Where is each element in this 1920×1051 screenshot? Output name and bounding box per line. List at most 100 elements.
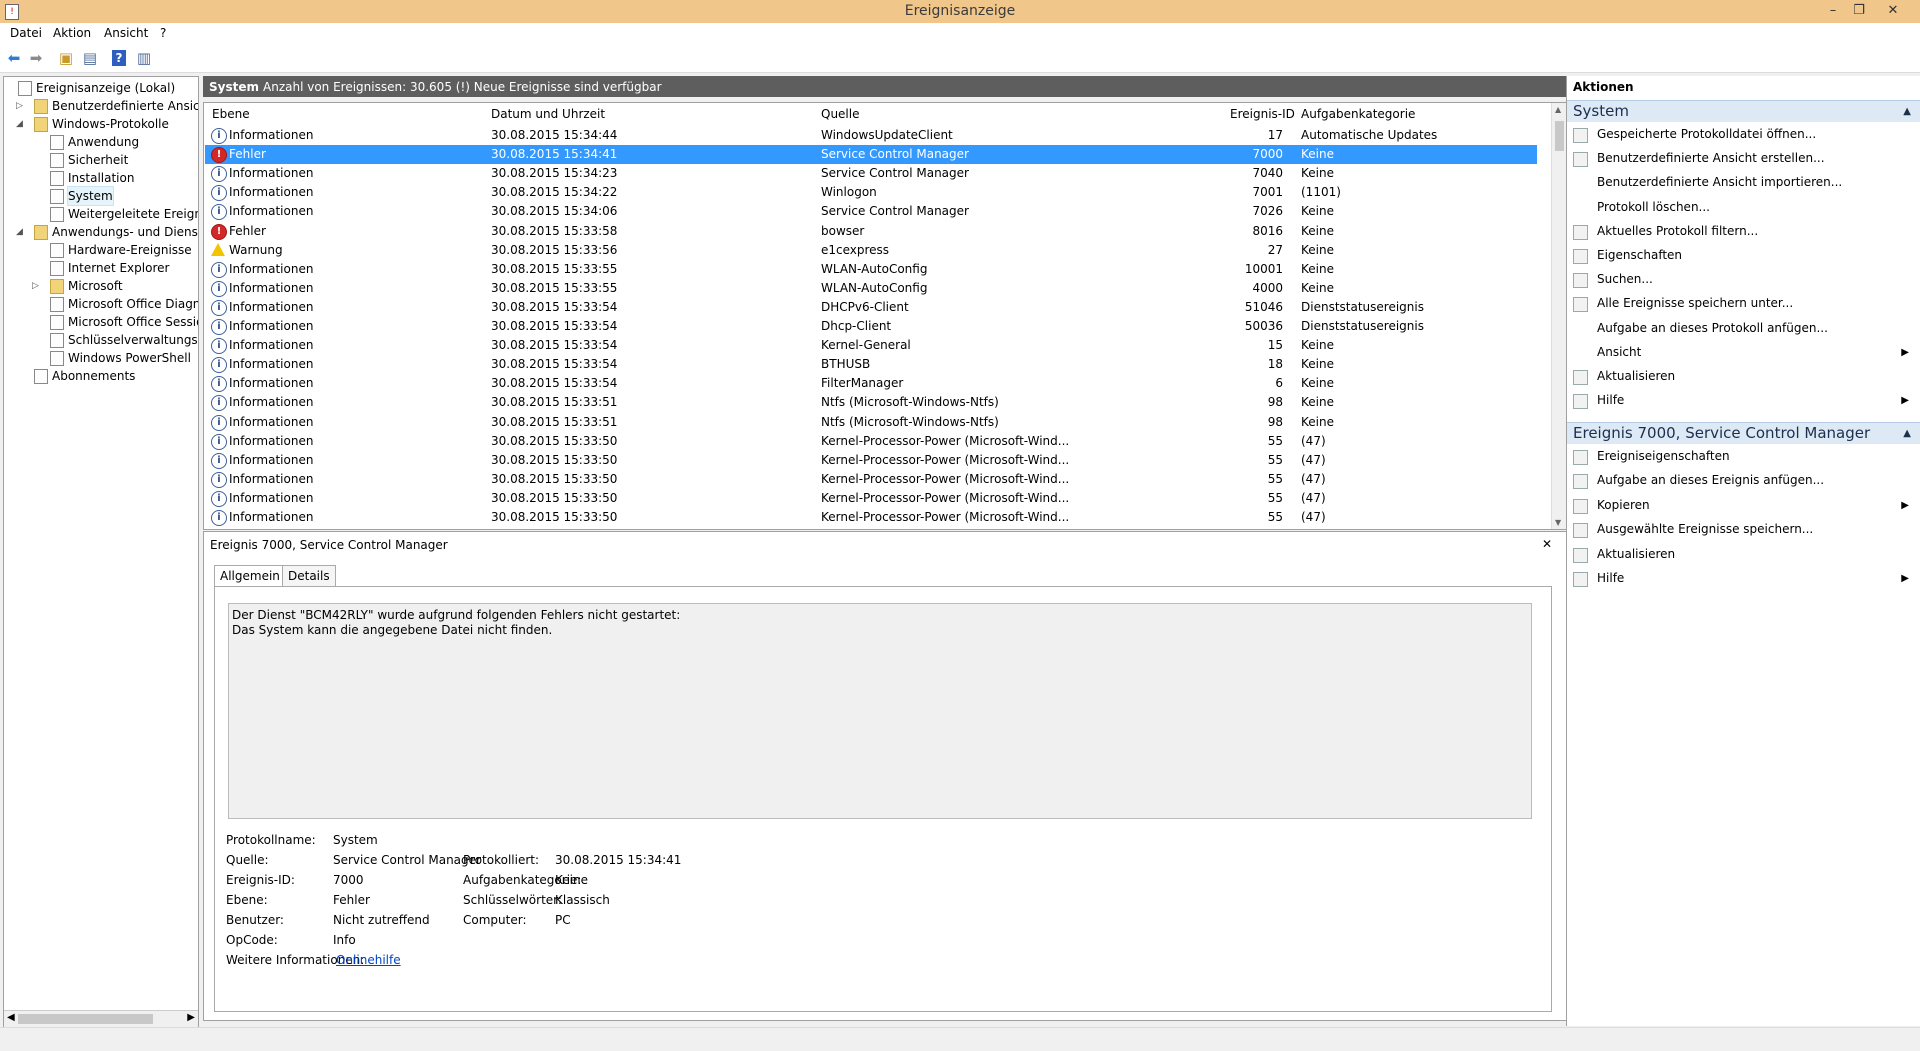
tree-item[interactable]: Weitergeleitete Ereignisse bbox=[4, 205, 198, 223]
tree-item[interactable]: System bbox=[4, 186, 198, 206]
column-ebene[interactable]: Ebene bbox=[212, 107, 250, 121]
action-item[interactable]: Ereigniseigenschaften bbox=[1567, 446, 1920, 467]
event-row[interactable]: i Informationen 30.08.2015 15:34:44 Windows… bbox=[205, 126, 1537, 145]
tree-item[interactable]: Windows PowerShell bbox=[4, 349, 198, 367]
scroll-down-icon[interactable]: ▼ bbox=[1555, 518, 1561, 527]
expander-icon[interactable]: ◢ bbox=[16, 223, 26, 241]
close-button[interactable]: ✕ bbox=[1880, 1, 1906, 21]
action-item[interactable]: Eigenschaften bbox=[1567, 245, 1920, 266]
eventviewer-icon bbox=[18, 81, 32, 96]
cell-category: Keine bbox=[1301, 376, 1334, 391]
tab-allgemein[interactable]: Allgemein bbox=[214, 565, 286, 588]
event-row[interactable]: i Informationen 30.08.2015 15:34:22 Winlogo… bbox=[205, 183, 1537, 202]
actions-section-system[interactable]: System ▲ bbox=[1567, 100, 1920, 122]
event-row[interactable]: i Informationen 30.08.2015 15:33:54 DHCPv6-… bbox=[205, 298, 1537, 317]
help-icon[interactable]: ? bbox=[112, 50, 126, 66]
scroll-thumb[interactable] bbox=[1555, 121, 1564, 151]
event-row[interactable]: i Informationen 30.08.2015 15:33:50 Kernel-… bbox=[205, 508, 1537, 527]
event-row[interactable]: Warnung 30.08.2015 15:33:56 e1cexpress 27 Ke… bbox=[205, 241, 1537, 260]
tree-scrollbar[interactable]: ◀ ▶ bbox=[4, 1010, 198, 1027]
scroll-thumb[interactable] bbox=[18, 1014, 153, 1024]
tree-item[interactable]: Hardware-Ereignisse bbox=[4, 241, 198, 259]
cell-date: 30.08.2015 15:34:22 bbox=[491, 185, 618, 200]
scroll-up-icon[interactable]: ▲ bbox=[1555, 105, 1561, 114]
tree-item[interactable]: Microsoft Office Diagnostics bbox=[4, 295, 198, 313]
online-help-link[interactable]: Onlinehilfe bbox=[336, 953, 401, 967]
event-row[interactable]: i Informationen 30.08.2015 15:33:54 Kernel-… bbox=[205, 336, 1537, 355]
action-item[interactable]: Gespeicherte Protokolldatei öffnen... bbox=[1567, 124, 1920, 145]
tree-item[interactable]: Schlüsselverwaltungsdienst bbox=[4, 331, 198, 349]
tree-item[interactable]: Sicherheit bbox=[4, 151, 198, 169]
tree-item[interactable]: ◢ Windows-Protokolle bbox=[4, 115, 198, 133]
event-row[interactable]: i Informationen 30.08.2015 15:33:54 BTHUSB 1… bbox=[205, 355, 1537, 374]
tree-item[interactable]: Abonnements bbox=[4, 367, 198, 385]
action-item[interactable]: Aufgabe an dieses Protokoll anfügen... bbox=[1567, 318, 1920, 339]
event-row[interactable]: i Informationen 30.08.2015 15:33:50 Kernel-… bbox=[205, 489, 1537, 508]
action-item[interactable]: Aktuelles Protokoll filtern... bbox=[1567, 221, 1920, 242]
action-item[interactable]: Hilfe ▶ bbox=[1567, 568, 1920, 589]
event-row[interactable]: ! Fehler 30.08.2015 15:34:41 Service Contro… bbox=[205, 145, 1537, 165]
action-item[interactable]: Hilfe ▶ bbox=[1567, 390, 1920, 411]
action-item[interactable]: Protokoll löschen... bbox=[1567, 197, 1920, 218]
action-item[interactable]: Kopieren ▶ bbox=[1567, 495, 1920, 516]
column-datum[interactable]: Datum und Uhrzeit bbox=[491, 107, 605, 121]
event-row[interactable]: i Informationen 30.08.2015 15:34:06 Service… bbox=[205, 202, 1537, 221]
action-item[interactable]: Suchen... bbox=[1567, 269, 1920, 290]
grid-scrollbar[interactable]: ▲ ▼ bbox=[1551, 103, 1567, 529]
tree-item[interactable]: ▷ Microsoft bbox=[4, 277, 198, 295]
tree-item[interactable]: ▷ Benutzerdefinierte Ansichten bbox=[4, 97, 198, 115]
action-item[interactable]: Aktualisieren bbox=[1567, 366, 1920, 387]
action-item[interactable]: Alle Ereignisse speichern unter... bbox=[1567, 293, 1920, 314]
back-icon[interactable]: ⬅ bbox=[4, 48, 24, 68]
minimize-button[interactable]: – bbox=[1820, 1, 1846, 21]
column-quelle[interactable]: Quelle bbox=[821, 107, 859, 121]
menu-aktion[interactable]: Aktion bbox=[53, 26, 91, 40]
event-row[interactable]: i Informationen 30.08.2015 15:33:55 WLAN-Au… bbox=[205, 260, 1537, 279]
collapse-icon[interactable]: ▲ bbox=[1903, 101, 1911, 122]
event-row[interactable]: i Informationen 30.08.2015 15:33:50 Kernel-… bbox=[205, 470, 1537, 489]
tab-details[interactable]: Details bbox=[282, 565, 336, 587]
column-ereignis-id[interactable]: Ereignis-ID bbox=[1230, 107, 1295, 121]
expander-icon[interactable]: ▷ bbox=[16, 97, 26, 115]
menu-ansicht[interactable]: Ansicht bbox=[104, 26, 148, 40]
forward-icon[interactable]: ➡ bbox=[26, 48, 46, 68]
show-pane-icon[interactable]: ▥ bbox=[134, 48, 154, 68]
event-row[interactable]: i Informationen 30.08.2015 15:33:54 FilterM… bbox=[205, 374, 1537, 393]
tree-item[interactable]: Installation bbox=[4, 169, 198, 187]
console-tree-icon[interactable]: ▤ bbox=[80, 48, 100, 68]
action-item[interactable]: Ausgewählte Ereignisse speichern... bbox=[1567, 519, 1920, 540]
tree-item[interactable]: Ereignisanzeige (Lokal) bbox=[4, 79, 198, 97]
close-icon[interactable]: ✕ bbox=[1542, 537, 1552, 551]
scroll-left-icon[interactable]: ◀ bbox=[7, 1012, 15, 1023]
menu-datei[interactable]: Datei bbox=[10, 26, 42, 40]
event-row[interactable]: i Informationen 30.08.2015 15:33:50 Kernel-… bbox=[205, 432, 1537, 451]
action-item[interactable]: Ansicht ▶ bbox=[1567, 342, 1920, 363]
expander-icon[interactable]: ◢ bbox=[16, 115, 26, 133]
action-label: Eigenschaften bbox=[1597, 248, 1683, 262]
action-item[interactable]: Benutzerdefinierte Ansicht importieren..… bbox=[1567, 172, 1920, 193]
column-aufgabenkategorie[interactable]: Aufgabenkategorie bbox=[1301, 107, 1415, 121]
event-row[interactable]: i Informationen 30.08.2015 15:34:23 Service… bbox=[205, 164, 1537, 183]
action-item[interactable]: Benutzerdefinierte Ansicht erstellen... bbox=[1567, 148, 1920, 169]
info-icon: i bbox=[211, 338, 227, 355]
event-row[interactable]: i Informationen 30.08.2015 15:33:54 Dhcp-Cl… bbox=[205, 317, 1537, 336]
event-row[interactable]: ! Fehler 30.08.2015 15:33:58 bowser 8016 Kein… bbox=[205, 222, 1537, 241]
expander-icon[interactable]: ▷ bbox=[32, 277, 42, 295]
event-row[interactable]: i Informationen 30.08.2015 15:33:51 Ntfs (M… bbox=[205, 393, 1537, 412]
scroll-right-icon[interactable]: ▶ bbox=[187, 1012, 195, 1023]
menu-help[interactable]: ? bbox=[160, 26, 166, 40]
folder-up-icon[interactable]: ▣ bbox=[56, 48, 76, 68]
collapse-icon[interactable]: ▲ bbox=[1903, 423, 1911, 444]
restore-button[interactable]: ❐ bbox=[1846, 1, 1872, 21]
info-icon: i bbox=[211, 319, 227, 335]
tree-item[interactable]: ◢ Anwendungs- und Dienstprotokolle bbox=[4, 223, 198, 241]
tree-item[interactable]: Microsoft Office Sessions bbox=[4, 313, 198, 331]
action-item[interactable]: Aufgabe an dieses Ereignis anfügen... bbox=[1567, 470, 1920, 491]
event-row[interactable]: i Informationen 30.08.2015 15:33:51 Ntfs (M… bbox=[205, 413, 1537, 432]
event-row[interactable]: i Informationen 30.08.2015 15:33:50 Kernel-… bbox=[205, 451, 1537, 470]
action-item[interactable]: Aktualisieren bbox=[1567, 544, 1920, 565]
tree-item[interactable]: Internet Explorer bbox=[4, 259, 198, 277]
tree-item[interactable]: Anwendung bbox=[4, 133, 198, 151]
event-row[interactable]: i Informationen 30.08.2015 15:33:55 WLAN-Au… bbox=[205, 279, 1537, 298]
actions-section-event[interactable]: Ereignis 7000, Service Control Manager ▲ bbox=[1567, 422, 1920, 444]
